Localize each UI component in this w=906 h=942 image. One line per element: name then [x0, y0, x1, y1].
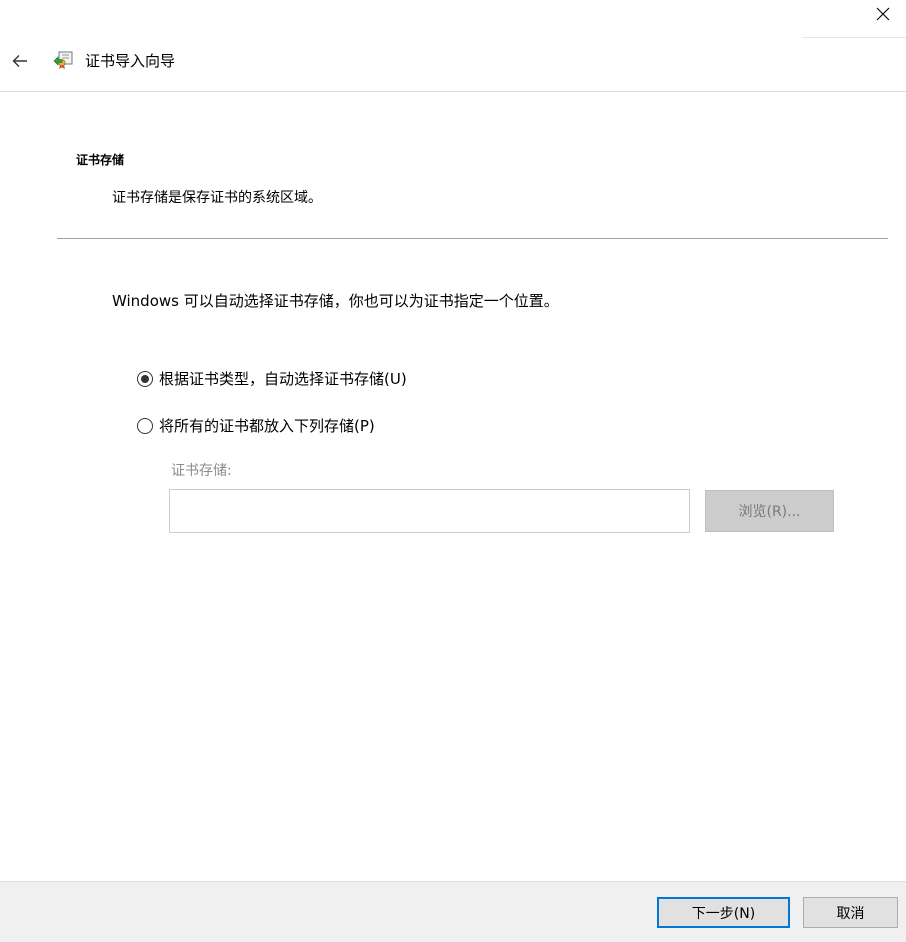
intro-text: Windows 可以自动选择证书存储，你也可以为证书指定一个位置。: [112, 292, 559, 310]
back-arrow-icon: [12, 55, 27, 67]
radio-auto-select-label[interactable]: 根据证书类型，自动选择证书存储(U): [159, 368, 407, 390]
certificate-store-input[interactable]: [169, 489, 690, 533]
wizard-titlebar: 证书导入向导: [0, 46, 906, 76]
cancel-button[interactable]: 取消: [803, 897, 898, 928]
certificate-import-wizard-window: 证书导入向导 证书存储 证书存储是保存证书的系统区域。 Windows 可以自动…: [0, 0, 906, 942]
radio-auto-select-store[interactable]: 根据证书类型，自动选择证书存储(U): [137, 368, 407, 390]
radio-place-all-label[interactable]: 将所有的证书都放入下列存储(P): [159, 415, 375, 437]
titlebar-hairline: [802, 37, 906, 38]
next-button[interactable]: 下一步(N): [657, 897, 790, 928]
section-description: 证书存储是保存证书的系统区域。: [112, 190, 322, 206]
certificate-icon: [53, 51, 73, 69]
radio-button-selected[interactable]: [137, 371, 153, 387]
section-divider: [57, 238, 888, 239]
back-button[interactable]: [8, 51, 32, 71]
radio-button-unselected[interactable]: [137, 418, 153, 434]
section-title: 证书存储: [76, 153, 125, 167]
radio-place-all-in-store[interactable]: 将所有的证书都放入下列存储(P): [137, 415, 375, 437]
browse-button[interactable]: 浏览(R)...: [705, 490, 834, 532]
wizard-title: 证书导入向导: [85, 52, 176, 70]
radio-dot-icon: [141, 375, 149, 383]
close-button[interactable]: [860, 0, 906, 28]
certificate-store-label: 证书存储:: [171, 463, 232, 479]
close-icon: [876, 7, 890, 21]
header-divider: [0, 91, 906, 92]
wizard-footer: 下一步(N) 取消: [0, 881, 906, 942]
